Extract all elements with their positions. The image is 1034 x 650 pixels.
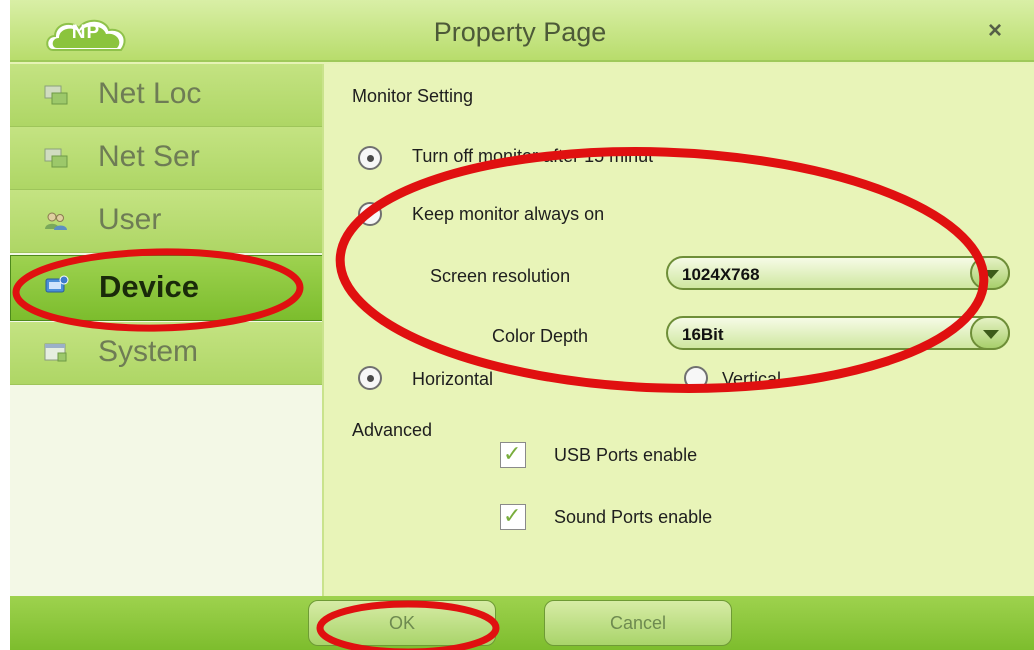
vertical-radio[interactable] [684,366,708,390]
system-icon [44,343,67,362]
network-location-icon [44,85,68,105]
sidebar-item-net-ser[interactable]: Net Ser [10,127,322,190]
title-bar: NP Property Page × [10,0,1034,62]
cancel-button[interactable]: Cancel [544,600,732,646]
property-page-window: NP Property Page × Net Loc Net Ser User … [10,0,1034,650]
sidebar-item-net-loc[interactable]: Net Loc [10,64,322,127]
sidebar: Net Loc Net Ser User Device System [10,64,324,596]
users-icon [45,212,67,230]
keep-monitor-on-label: Keep monitor always on [412,204,605,224]
sidebar-item-label: Device [99,269,199,304]
device-icon [45,275,69,293]
screen-resolution-select[interactable]: 1024X768 [666,256,1010,290]
footer-bar: OK Cancel [10,596,1034,650]
sidebar-item-label: User [98,203,162,236]
network-server-icon [44,148,68,168]
sidebar-item-system[interactable]: System [10,322,322,385]
sidebar-item-label: Net Ser [98,140,200,173]
sidebar-item-device[interactable]: Device [10,255,324,321]
window-title: Property Page [433,17,607,47]
turn-off-monitor-radio[interactable] [358,146,382,170]
sidebar-item-label: System [98,335,199,368]
color-depth-value: 16Bit [682,325,724,344]
color-depth-label: Color Depth [492,326,589,346]
close-icon[interactable]: × [978,14,1012,48]
keep-monitor-on-radio[interactable] [358,202,382,226]
ok-button[interactable]: OK [308,600,496,646]
sidebar-item-label: Net Loc [98,77,202,110]
sound-ports-checkbox[interactable]: ✓ [500,503,526,530]
logo-text: NP [71,22,101,43]
checkmark-icon: ✓ [503,503,522,528]
horizontal-radio[interactable] [358,366,382,390]
screen-resolution-label: Screen resolution [430,266,571,286]
sound-ports-label: Sound Ports enable [554,507,713,527]
vertical-label: Vertical [722,369,782,389]
horizontal-label: Horizontal [412,369,494,389]
color-depth-select[interactable]: 16Bit [666,316,1010,350]
turn-off-monitor-label: Turn off monitor after 15 minut [412,146,654,166]
usb-ports-label: USB Ports enable [554,445,698,465]
chevron-down-icon[interactable] [970,316,1010,350]
advanced-heading: Advanced [352,420,433,440]
sidebar-item-user[interactable]: User [10,190,322,253]
monitor-setting-heading: Monitor Setting [352,86,474,106]
device-settings-panel: Monitor Setting Turn off monitor after 1… [322,64,1034,596]
screen-resolution-value: 1024X768 [682,265,760,284]
chevron-down-icon[interactable] [970,256,1010,290]
usb-ports-checkbox[interactable]: ✓ [500,441,526,468]
checkmark-icon: ✓ [503,441,522,466]
